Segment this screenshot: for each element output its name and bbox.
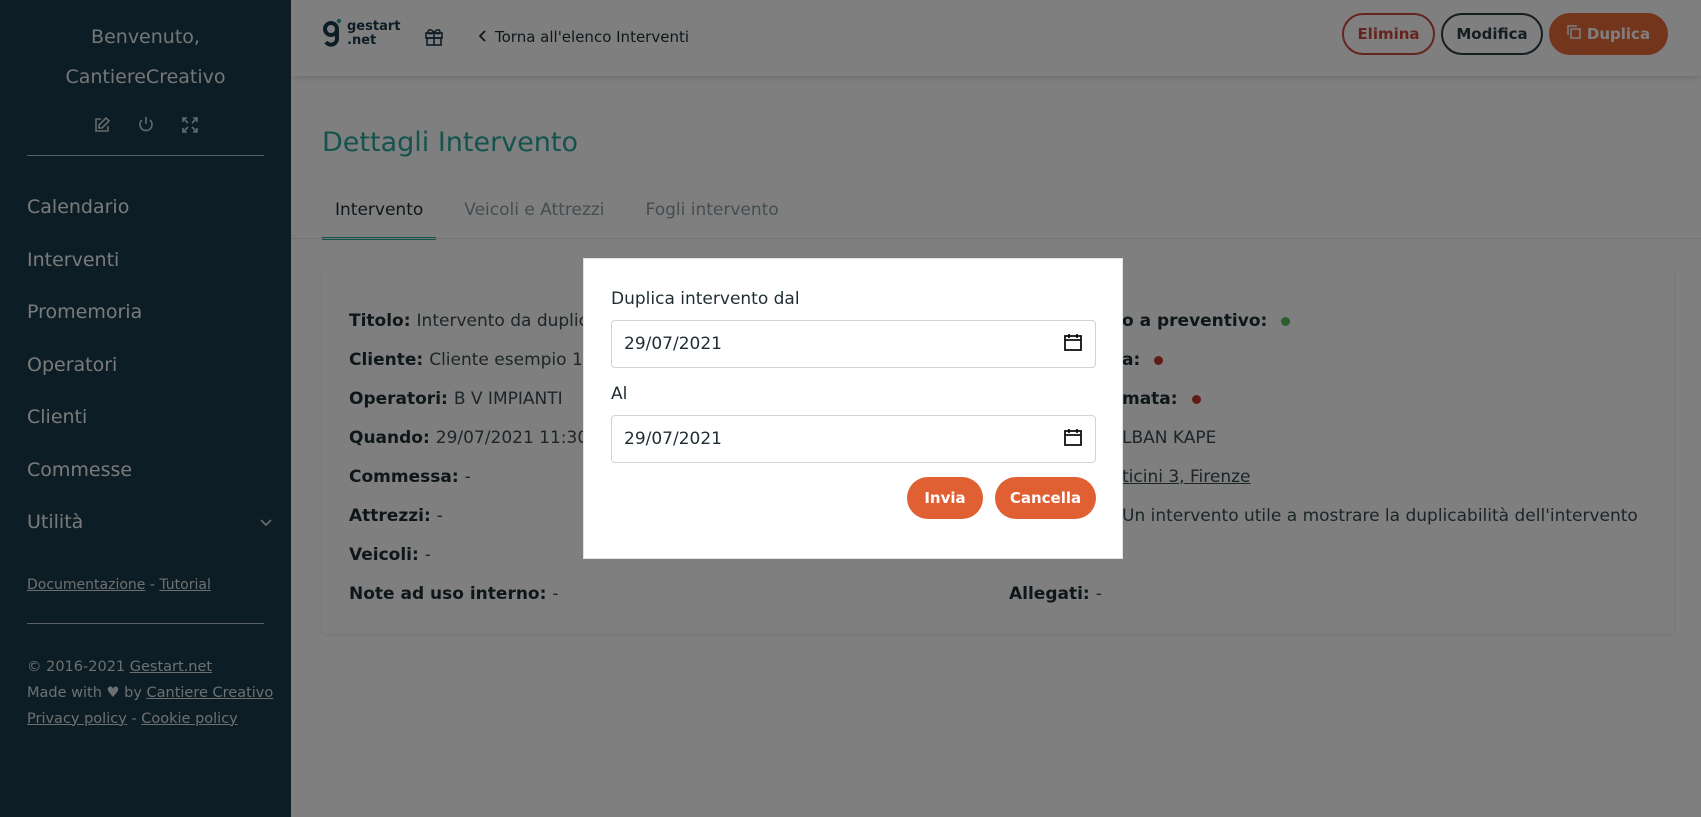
calendar-icon[interactable] bbox=[1063, 332, 1083, 357]
from-date-label: Duplica intervento dal bbox=[611, 289, 800, 309]
invia-label: Invia bbox=[924, 489, 966, 507]
to-date-input[interactable]: 29/07/2021 bbox=[611, 415, 1096, 463]
from-date-value: 29/07/2021 bbox=[624, 334, 722, 354]
to-date-value: 29/07/2021 bbox=[624, 429, 722, 449]
from-date-input[interactable]: 29/07/2021 bbox=[611, 320, 1096, 368]
invia-button[interactable]: Invia bbox=[907, 477, 983, 519]
cancella-button[interactable]: Cancella bbox=[995, 477, 1096, 519]
cancella-label: Cancella bbox=[1009, 489, 1082, 507]
to-date-label: Al bbox=[611, 384, 628, 404]
calendar-icon[interactable] bbox=[1063, 427, 1083, 452]
duplica-modal: Duplica intervento dal 29/07/2021 Al 29/… bbox=[583, 258, 1123, 559]
